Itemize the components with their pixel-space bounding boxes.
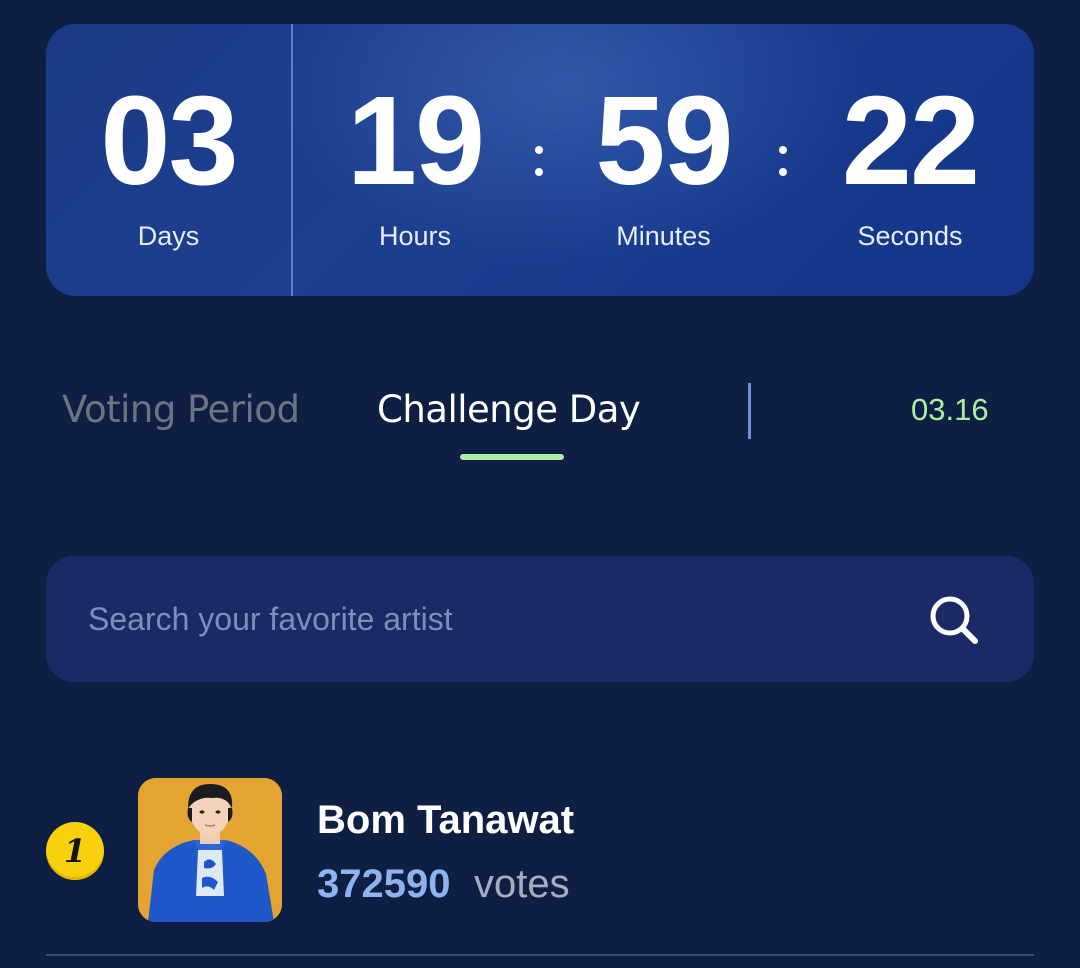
search-input[interactable] [88, 592, 888, 646]
rank-badge: 1 [46, 822, 104, 880]
colon-separator [534, 142, 544, 202]
minutes-value: 59 [595, 70, 733, 211]
countdown-days: 03 Days [46, 24, 291, 296]
active-tab-indicator [460, 454, 564, 460]
hours-value: 19 [346, 70, 485, 211]
vote-count: 372590 [317, 862, 451, 906]
page: 03 Days 19 Hours 59 Minutes 22 Seconds V… [0, 0, 1080, 968]
ranking-list-item[interactable]: 1 Bom Tanawat 372590 votes [0, 760, 1080, 956]
seconds-value: 22 [841, 70, 980, 211]
tab-divider [748, 383, 751, 439]
minutes-label: Minutes [616, 221, 711, 251]
days-value: 03 [100, 70, 238, 211]
countdown-minutes: 59 Minutes [576, 24, 751, 296]
row-divider [46, 954, 1034, 956]
countdown-divider [291, 24, 293, 296]
hours-label: Hours [378, 221, 452, 251]
tab-challenge-day[interactable]: Challenge Day [377, 384, 641, 436]
seconds-label: Seconds [857, 221, 963, 251]
artist-name: Bom Tanawat [317, 798, 575, 842]
countdown-card: 03 Days 19 Hours 59 Minutes 22 Seconds [46, 24, 1034, 296]
countdown-hours: 19 Hours [340, 24, 490, 296]
colon-separator [778, 142, 788, 202]
countdown-seconds: 22 Seconds [826, 24, 994, 296]
tab-voting-period[interactable]: Voting Period [62, 384, 300, 436]
artist-avatar [138, 778, 282, 922]
votes-label: votes [474, 862, 570, 906]
days-label: Days [137, 221, 200, 251]
search-icon[interactable] [924, 590, 984, 650]
period-date: 03.16 [911, 392, 989, 427]
search-bar [46, 556, 1034, 682]
